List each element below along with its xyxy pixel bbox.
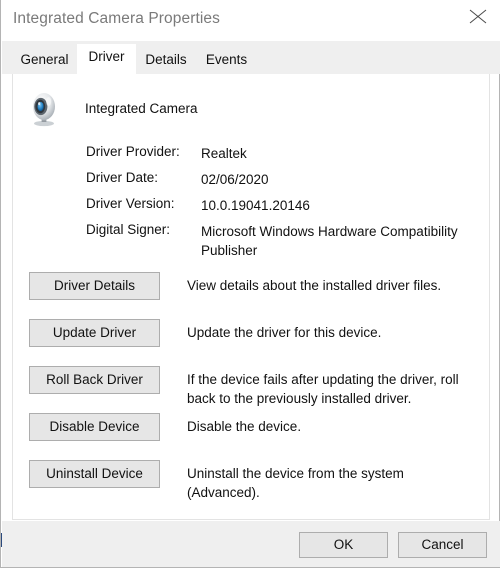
info-label: Driver Version: [86,196,175,211]
action-description: Disable the device. [187,419,302,434]
driver-info-list: Driver Provider: Realtek Driver Date: 02… [13,144,491,258]
driver-tab-panel: Integrated Camera Driver Provider: Realt… [12,74,490,520]
uninstall-device-button[interactable]: Uninstall Device [29,460,160,488]
tab-general[interactable]: General [12,48,77,74]
info-row: Driver Date: 02/06/2020 [13,170,491,196]
action-row: Uninstall Device Uninstall the device fr… [13,460,491,507]
device-header: Integrated Camera [13,84,491,132]
info-label: Driver Provider: [86,144,180,159]
title-bar: Integrated Camera Properties [1,0,500,41]
window-title: Integrated Camera Properties [13,10,220,27]
action-row: Disable Device Disable the device. [13,413,491,460]
cancel-button[interactable]: Cancel [398,532,487,558]
info-value: Microsoft Windows Hardware Compatibility… [201,224,458,258]
info-label: Driver Date: [86,170,159,185]
action-row: Driver Details View details about the in… [13,272,491,319]
update-driver-button[interactable]: Update Driver [29,319,160,347]
webcam-icon [24,90,64,130]
info-label: Digital Signer: [86,222,171,237]
action-description: If the device fails after updating the d… [187,372,459,406]
device-properties-dialog: Integrated Camera Properties General Dri… [0,0,500,568]
info-value: 02/06/2020 [201,172,269,187]
driver-actions: Driver Details View details about the in… [13,272,491,507]
tab-strip: General Driver Details Events [2,41,500,74]
roll-back-driver-button[interactable]: Roll Back Driver [29,366,160,394]
device-name: Integrated Camera [85,101,198,116]
tab-driver[interactable]: Driver [77,44,136,74]
tab-details[interactable]: Details [136,48,196,74]
action-row: Update Driver Update the driver for this… [13,319,491,366]
action-row: Roll Back Driver If the device fails aft… [13,366,491,413]
info-value: 10.0.19041.20146 [201,198,310,213]
driver-details-button[interactable]: Driver Details [29,272,160,300]
info-row: Digital Signer: Microsoft Windows Hardwa… [13,222,491,258]
action-description: Uninstall the device from the system (Ad… [187,466,404,500]
ok-button[interactable]: OK [299,532,388,558]
info-value: Realtek [201,146,247,161]
tab-events[interactable]: Events [196,48,257,74]
action-description: View details about the installed driver … [187,278,442,293]
info-row: Driver Provider: Realtek [13,144,491,170]
disable-device-button[interactable]: Disable Device [29,413,160,441]
action-description: Update the driver for this device. [187,325,382,340]
dialog-footer: OK Cancel [2,521,500,567]
info-row: Driver Version: 10.0.19041.20146 [13,196,491,222]
close-button[interactable] [455,0,500,32]
